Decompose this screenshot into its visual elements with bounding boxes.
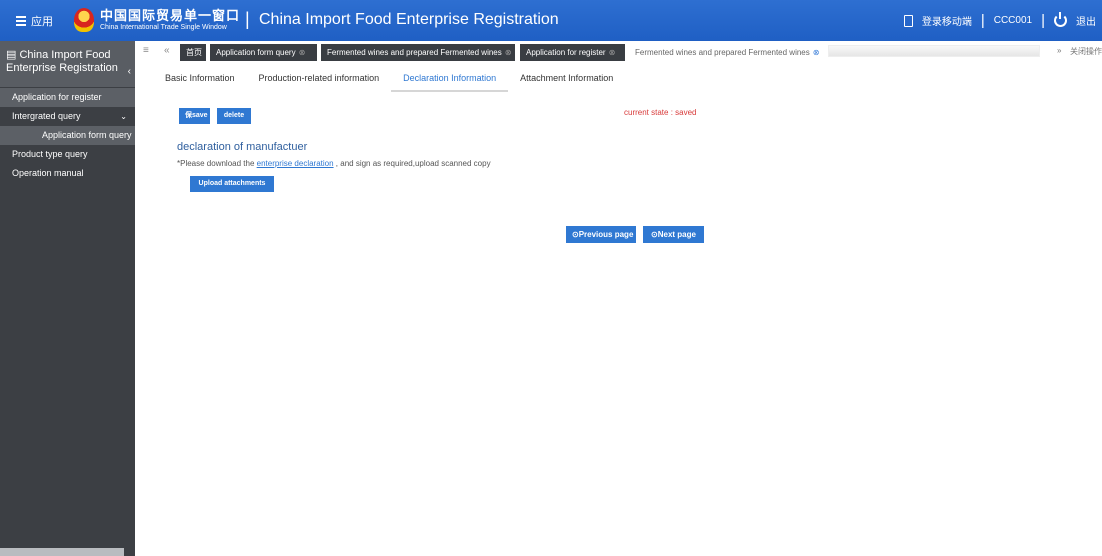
tab-label: Application for register	[526, 48, 606, 57]
tab-fermented-wines-1[interactable]: Fermented wines and prepared Fermented w…	[321, 44, 515, 61]
sidebar-item-application-form-query[interactable]: Application form query	[0, 126, 135, 145]
tab-application-form-query[interactable]: Application form query ⊗	[210, 44, 317, 61]
form-subtabs: Basic Information Production-related inf…	[165, 71, 637, 92]
emblem-icon	[74, 8, 94, 32]
tab-attachment-information[interactable]: Attachment Information	[520, 71, 613, 92]
tab-label: 首页	[186, 48, 202, 57]
logo-title-cn: 中国国际贸易单一窗口	[100, 7, 241, 23]
sidebar-item-operation-manual[interactable]: Operation manual	[0, 164, 135, 183]
close-icon[interactable]: ⊗	[505, 48, 512, 57]
tab-declaration-information[interactable]: Declaration Information	[391, 71, 509, 92]
note-prefix: *Please download the	[177, 159, 255, 168]
logout-link[interactable]: 退出	[1076, 13, 1096, 28]
close-tabs-menu[interactable]: 关闭操作	[1070, 46, 1102, 57]
section-title: declaration of manufactuer	[177, 141, 308, 153]
tab-application-register[interactable]: Application for register ⊗	[520, 44, 625, 61]
app-menu-button[interactable]: 应用	[16, 13, 53, 29]
sidebar: ▤ China Import Food Enterprise Registrat…	[0, 41, 135, 556]
sidebar-scroll-strip	[0, 548, 124, 556]
title-separator: |	[245, 9, 250, 29]
sidebar-item-integrated-query[interactable]: Intergrated query ⌄	[0, 107, 135, 126]
next-page-button[interactable]: ⊙Next page	[643, 226, 704, 243]
close-icon[interactable]: ⊗	[609, 48, 616, 57]
tab-label: Fermented wines and prepared Fermented w…	[327, 48, 502, 57]
mobile-icon[interactable]	[903, 14, 913, 27]
tab-production-information[interactable]: Production-related information	[259, 71, 380, 92]
previous-page-button[interactable]: ⊙Previous page	[566, 226, 636, 243]
logo-title-en: China International Trade Single Window	[100, 23, 227, 31]
sidebar-title: China Import Food Enterprise Registratio…	[6, 49, 118, 74]
save-button[interactable]: 保save	[179, 108, 210, 124]
collapse-chevron-icon[interactable]: ‹	[128, 65, 131, 78]
tab-menu-icon[interactable]: ≡	[143, 45, 149, 56]
mobile-login-link[interactable]: 登录移动端	[922, 13, 972, 28]
sidebar-item-product-type-query[interactable]: Product type query	[0, 145, 135, 164]
chevron-down-icon: ⌄	[120, 112, 127, 121]
separator: |	[1041, 11, 1045, 29]
separator: |	[980, 11, 985, 29]
tab-overflow-area	[828, 45, 1040, 57]
tab-scroll-right-icon[interactable]: »	[1057, 46, 1061, 55]
main-content: Basic Information Production-related inf…	[135, 63, 1102, 556]
power-icon[interactable]	[1054, 12, 1067, 27]
sidebar-item-label: Intergrated query	[12, 111, 81, 121]
tab-bar: ≡ « 首页 Application form query ⊗ Fermented…	[135, 41, 1102, 63]
close-icon[interactable]: ⊗	[299, 48, 306, 57]
list-icon: ▤	[6, 49, 20, 61]
tab-label: Application form query	[216, 48, 296, 57]
tab-fermented-wines-active[interactable]: Fermented wines and prepared Fermented w…	[629, 44, 824, 61]
close-icon[interactable]: ⊗	[813, 48, 820, 57]
hamburger-icon	[16, 14, 26, 28]
app-menu-label: 应用	[31, 16, 53, 28]
delete-button[interactable]: delete	[217, 108, 251, 124]
tab-home[interactable]: 首页	[180, 44, 206, 61]
upload-attachments-button[interactable]: Upload attachments	[190, 176, 274, 192]
tab-scroll-left-icon[interactable]: «	[164, 45, 170, 56]
app-title: China Import Food Enterprise Registratio…	[259, 11, 559, 28]
tab-basic-information[interactable]: Basic Information	[165, 71, 235, 92]
download-note: *Please download the enterprise declarat…	[177, 159, 491, 168]
sidebar-header[interactable]: ▤ China Import Food Enterprise Registrat…	[0, 41, 135, 87]
note-suffix: , and sign as required,upload scanned co…	[335, 159, 491, 168]
enterprise-declaration-link[interactable]: enterprise declaration	[257, 159, 334, 168]
sidebar-item-application-register[interactable]: Application for register	[0, 88, 135, 107]
current-state-text: current state : saved	[624, 108, 697, 117]
user-code[interactable]: CCC001	[994, 15, 1032, 26]
tab-label: Fermented wines and prepared Fermented w…	[635, 48, 810, 57]
single-window-logo[interactable]: 中国国际贸易单一窗口 China International Trade Sin…	[74, 8, 240, 32]
top-bar: 应用 中国国际贸易单一窗口 China International Trade …	[0, 0, 1102, 41]
